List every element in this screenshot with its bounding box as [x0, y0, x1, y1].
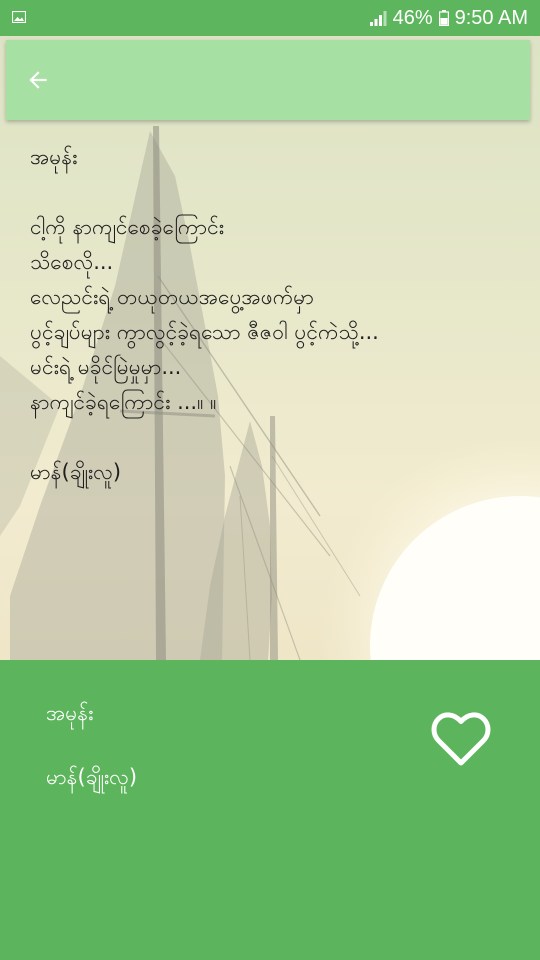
- poem-title: အမုန်း: [30, 145, 78, 169]
- battery-icon: [438, 10, 449, 26]
- panel-author: မာန်(ချိုးလူ): [46, 765, 138, 789]
- status-time: 9:50 AM: [454, 6, 528, 29]
- battery-percent: 46%: [392, 6, 433, 29]
- poem-content: အမုန်း ငါ့ကို နာကျင်စေခဲ့ကြောင်း သိစေလို…: [30, 140, 530, 490]
- arrow-left-icon: [29, 71, 47, 89]
- app-bar: [6, 40, 530, 120]
- song-info-panel: အမုန်း မာန်(ချိုးလူ): [0, 660, 540, 960]
- gallery-icon: [12, 11, 26, 23]
- status-indicators: 46% 9:50 AM: [369, 0, 528, 36]
- poem-line: သိစေလို...: [30, 250, 114, 274]
- poem-line: နာကျင်ခဲ့ရကြောင်း ...။ ။: [30, 390, 217, 414]
- poem-author: မာန်(ချိုးလူ): [30, 460, 122, 484]
- back-button[interactable]: [18, 60, 58, 100]
- poem-line: မင်းရဲ့ မခိုင်မြဲမှုမှာ...: [30, 355, 182, 379]
- panel-title: အမုန်း: [46, 701, 94, 725]
- poem-line: လေညင်းရဲ့ တယုတယအပွေ့အဖက်မှာ: [30, 285, 314, 309]
- favorite-button[interactable]: [430, 710, 492, 768]
- signal-icon: [369, 11, 387, 26]
- status-bar: 46% 9:50 AM: [0, 0, 540, 36]
- heart-outline-icon: [431, 712, 491, 766]
- poem-line: ပွင့်ချပ်များ ကွာလွင့်ခဲ့ရသော ဇီဇဝါ ပွင့…: [30, 320, 379, 344]
- poem-line: ငါ့ကို နာကျင်စေခဲ့ကြောင်း: [30, 215, 225, 239]
